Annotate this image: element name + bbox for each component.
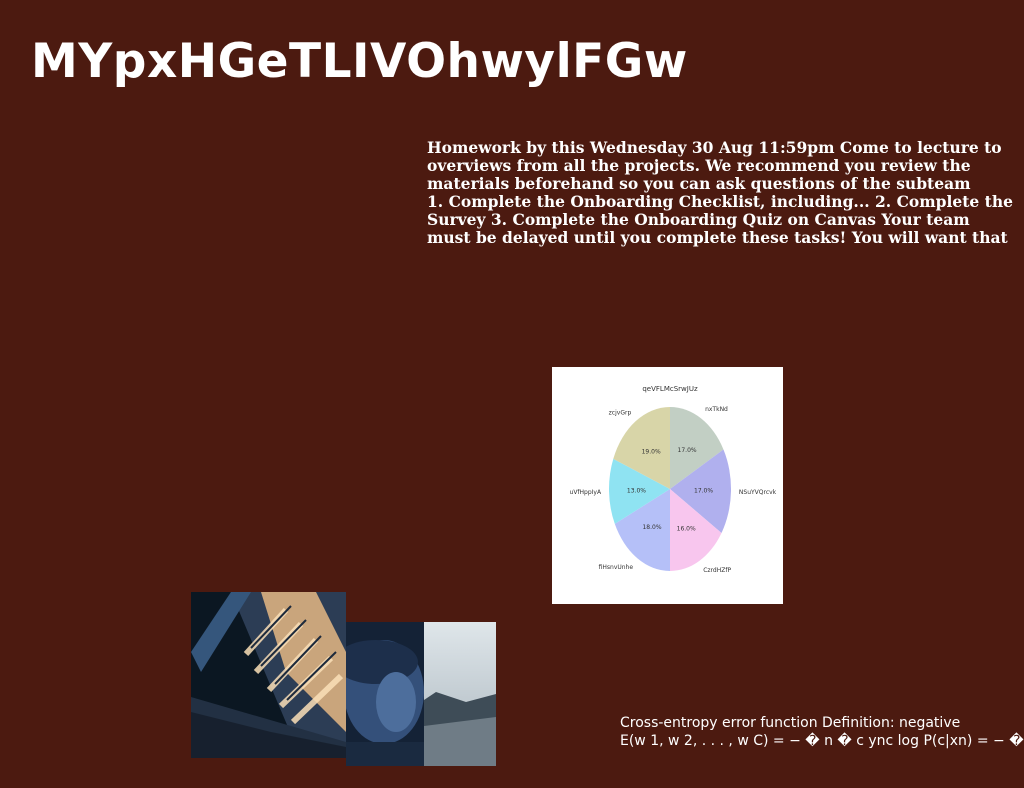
pie-value-label: 16.0% bbox=[677, 526, 696, 533]
chart-title: qeVFLMcSrwJUz bbox=[642, 385, 698, 393]
slide-title: MYpxHGeTLIVOhwylFGw bbox=[31, 34, 688, 89]
homework-line: Homework by this Wednesday 30 Aug 11:59p… bbox=[427, 138, 1002, 157]
pie-value-label: 17.0% bbox=[694, 487, 713, 494]
pie-category-label: zcjvGrp bbox=[609, 409, 632, 416]
pie-category-label: CzrdHZfP bbox=[703, 567, 731, 574]
pie-value-label: 18.0% bbox=[642, 524, 661, 531]
formula-line: Cross-entropy error function Definition:… bbox=[620, 715, 961, 731]
homework-line: materials beforehand so you can ask ques… bbox=[427, 174, 971, 193]
pie-value-label: 13.0% bbox=[627, 487, 646, 494]
homework-line: overviews from all the projects. We reco… bbox=[427, 156, 971, 175]
formula-text: Cross-entropy error function Definition:… bbox=[620, 714, 1024, 750]
homework-line: Survey 3. Complete the Onboarding Quiz o… bbox=[427, 210, 970, 229]
photo-ceiling-windows bbox=[191, 592, 346, 758]
pie-category-label: fiHsnvUnhe bbox=[599, 564, 634, 571]
pie-category-label: NSuYVQrcvk bbox=[739, 489, 777, 496]
pie-value-label: 19.0% bbox=[642, 449, 661, 456]
homework-line: must be delayed until you complete these… bbox=[427, 228, 1008, 247]
pie-chart: qeVFLMcSrwJUz 17.0% nxTkNd 17.0% NSuYVQrcvk… bbox=[570, 385, 777, 574]
pie-chart-card: qeVFLMcSrwJUz 17.0% nxTkNd 17.0% NSuYVQrcvk… bbox=[552, 367, 783, 604]
pie-category-label: nxTkNd bbox=[705, 406, 728, 413]
formula-line: E(w 1, w 2, . . . , w C) = − � n � c ync… bbox=[620, 733, 1024, 749]
homework-line: 1. Complete the Onboarding Checklist, in… bbox=[427, 192, 1013, 211]
pie-category-label: uVfHppIyA bbox=[570, 489, 602, 496]
pie-value-label: 17.0% bbox=[678, 447, 697, 454]
homework-text: Homework by this Wednesday 30 Aug 11:59p… bbox=[427, 139, 1024, 247]
photo-person-window bbox=[346, 622, 496, 766]
